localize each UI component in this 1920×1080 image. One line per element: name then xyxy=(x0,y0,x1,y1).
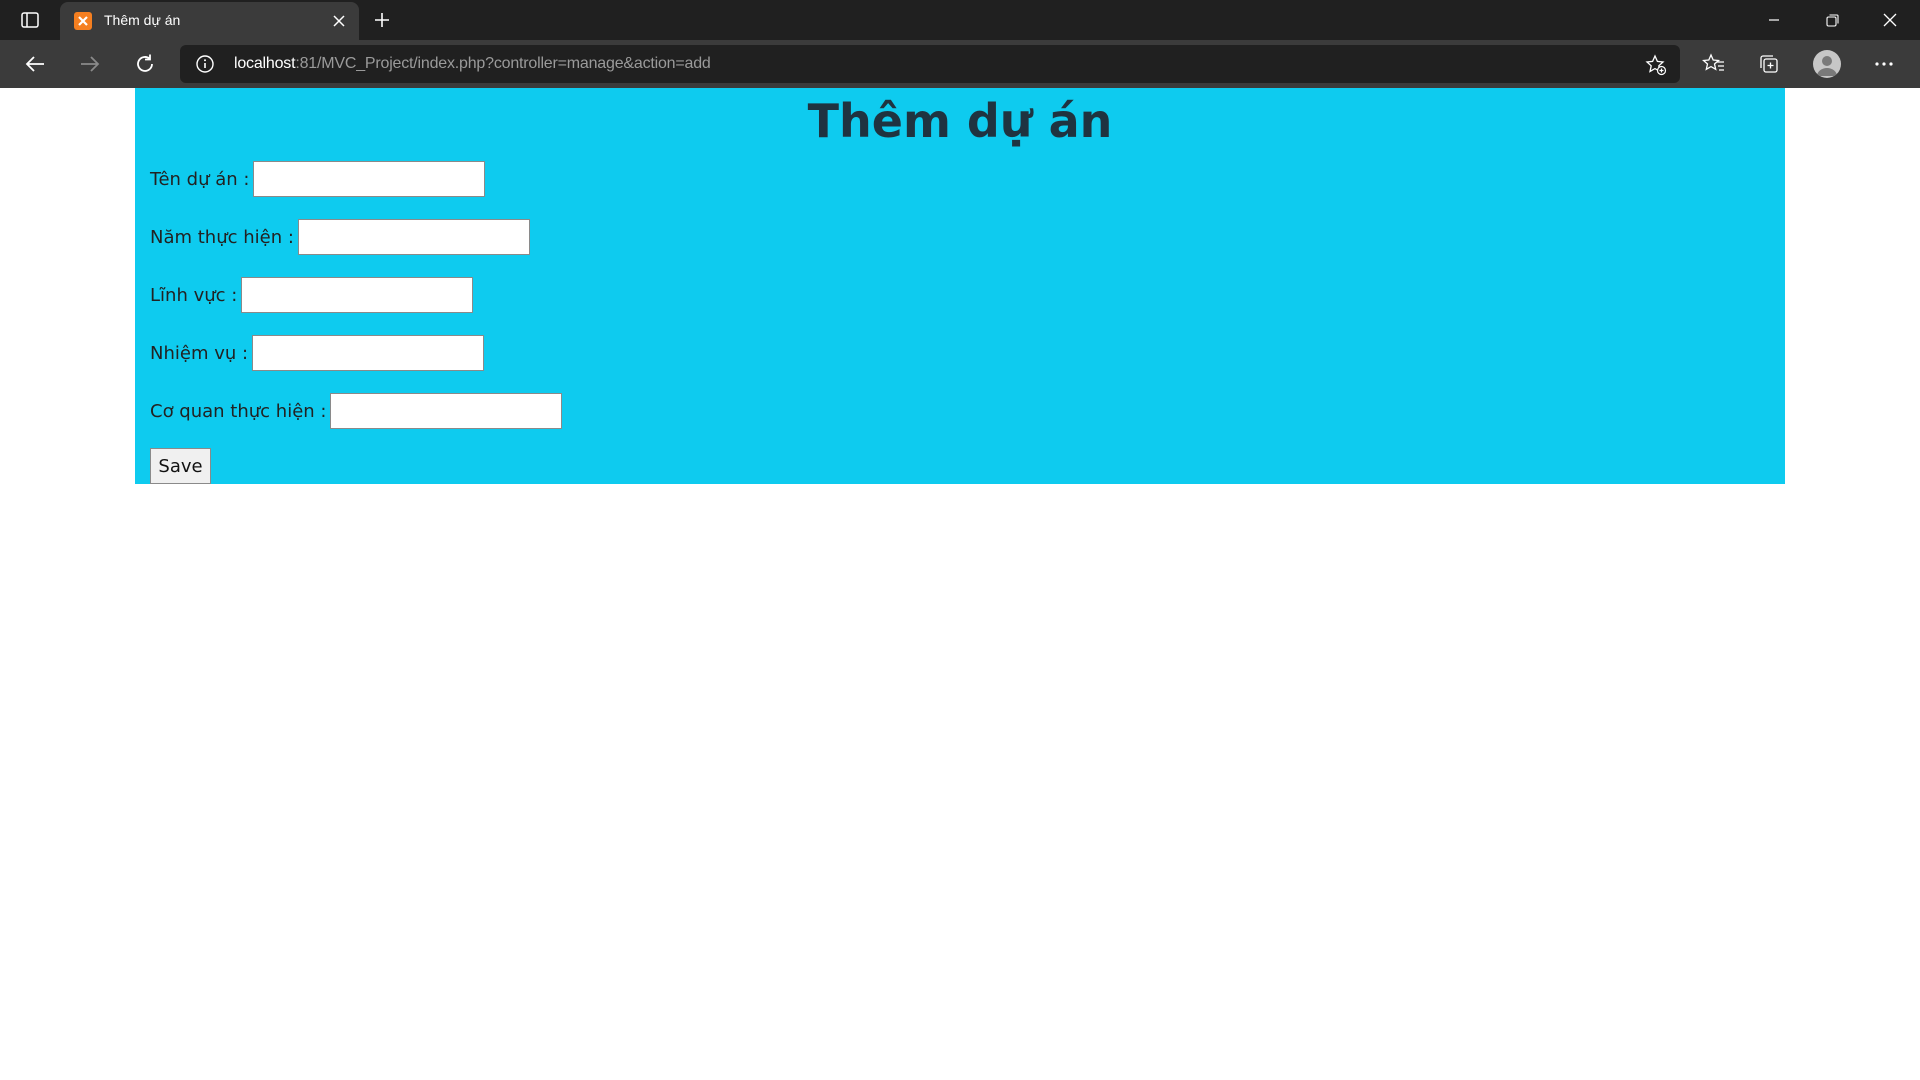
task-label: Nhiệm vụ : xyxy=(150,342,249,364)
browser-tab-active[interactable]: Thêm dự án xyxy=(60,2,359,40)
new-tab-icon[interactable] xyxy=(370,8,394,32)
profile-avatar-icon[interactable] xyxy=(1813,50,1841,78)
forward-arrow-icon[interactable] xyxy=(76,50,104,78)
field-row-project-name: Tên dự án : xyxy=(150,160,1785,198)
tab-bar: Thêm dự án xyxy=(0,0,1920,40)
tab-actions-icon[interactable] xyxy=(16,8,44,32)
field-input[interactable] xyxy=(241,277,474,313)
project-name-input[interactable] xyxy=(253,161,486,197)
url-host: localhost xyxy=(234,55,296,72)
more-menu-icon[interactable] xyxy=(1870,50,1898,78)
project-name-label: Tên dự án : xyxy=(150,168,250,190)
tab-title: Thêm dự án xyxy=(104,12,181,28)
field-label: Lĩnh vực : xyxy=(150,284,238,306)
task-input[interactable] xyxy=(252,335,485,371)
project-form: Tên dự án : Năm thực hiện : Lĩnh vực : N… xyxy=(135,160,1785,430)
field-row-task: Nhiệm vụ : xyxy=(150,334,1785,372)
back-arrow-icon[interactable] xyxy=(21,50,49,78)
save-button[interactable]: Save xyxy=(150,448,211,484)
agency-input[interactable] xyxy=(330,393,563,429)
url-text[interactable]: localhost:81/MVC_Project/index.php?contr… xyxy=(234,55,711,73)
add-favorite-icon[interactable] xyxy=(1644,53,1668,77)
xampp-favicon-icon xyxy=(74,12,92,30)
field-row-field: Lĩnh vực : xyxy=(150,276,1785,314)
url-path: :81/MVC_Project/index.php?controller=man… xyxy=(295,55,711,72)
collections-icon[interactable] xyxy=(1755,50,1783,78)
address-bar[interactable]: localhost:81/MVC_Project/index.php?contr… xyxy=(180,45,1680,83)
page-title: Thêm dự án xyxy=(807,94,1113,148)
form-container: Thêm dự án Tên dự án : Năm thực hiện : L… xyxy=(135,88,1785,484)
restore-icon[interactable] xyxy=(1804,0,1860,40)
agency-label: Cơ quan thực hiện : xyxy=(150,400,327,422)
field-row-year: Năm thực hiện : xyxy=(150,218,1785,256)
year-label: Năm thực hiện : xyxy=(150,226,294,248)
year-input[interactable] xyxy=(297,219,530,255)
tab-close-icon[interactable] xyxy=(329,11,349,31)
refresh-icon[interactable] xyxy=(131,50,159,78)
browser-toolbar: localhost:81/MVC_Project/index.php?contr… xyxy=(0,40,1920,88)
favorites-icon[interactable] xyxy=(1700,50,1728,78)
site-info-icon[interactable] xyxy=(196,55,214,73)
close-window-icon[interactable] xyxy=(1862,0,1918,40)
minimize-icon[interactable] xyxy=(1746,0,1802,40)
field-row-agency: Cơ quan thực hiện : xyxy=(150,392,1785,430)
